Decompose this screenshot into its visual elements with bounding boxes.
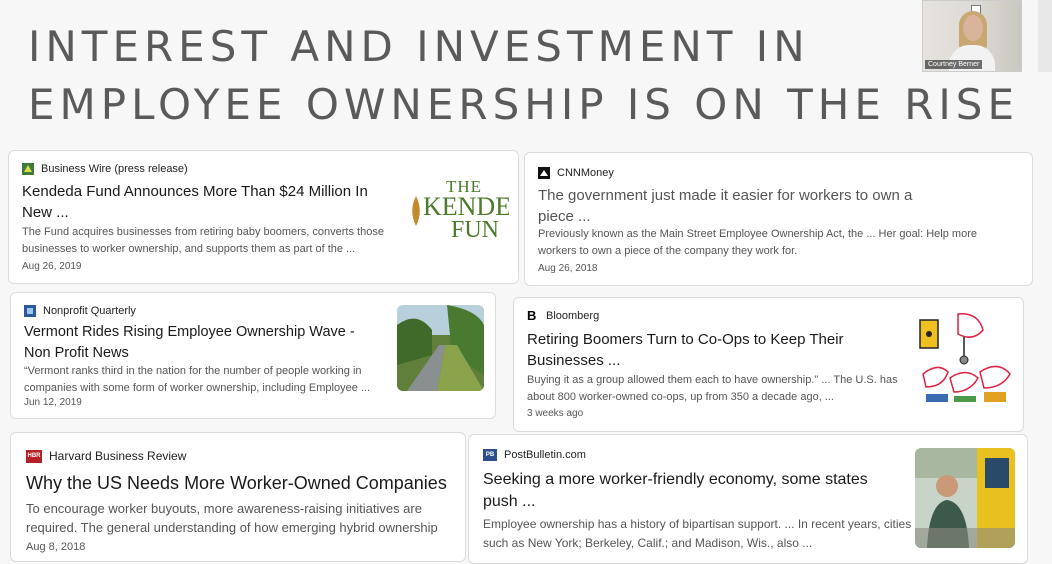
card-headline[interactable]: Vermont Rides Rising Employee Ownership … xyxy=(24,322,384,364)
bloomberg-favicon-icon: B xyxy=(527,308,537,323)
card-snippet: Buying it as a group allowed them each t… xyxy=(527,374,898,403)
source-name: Business Wire (press release) xyxy=(41,163,188,175)
kendeda-logo: THE KENDE FUN xyxy=(409,176,509,244)
hands-keys-illustration xyxy=(918,312,1013,404)
card-source: CNNMoney xyxy=(538,167,614,179)
nonprofit-quarterly-favicon-icon xyxy=(24,305,36,317)
slide-title: INTEREST AND INVESTMENT IN EMPLOYEE OWNE… xyxy=(28,18,1028,134)
card-headline[interactable]: Why the US Needs More Worker-Owned Compa… xyxy=(26,471,456,495)
card-source: HBR Harvard Business Review xyxy=(26,449,186,463)
business-wire-favicon-icon xyxy=(22,163,34,175)
news-card-vermont[interactable]: Nonprofit Quarterly Vermont Rides Rising… xyxy=(10,292,496,419)
card-headline[interactable]: Retiring Boomers Turn to Co-Ops to Keep … xyxy=(527,329,907,371)
participant-face xyxy=(963,15,983,41)
news-card-bloomberg[interactable]: B Bloomberg Retiring Boomers Turn to Co-… xyxy=(513,297,1024,432)
vermont-road-thumbnail xyxy=(397,305,484,391)
source-name: Harvard Business Review xyxy=(49,449,187,463)
card-date: Jun 12, 2019 xyxy=(24,397,82,408)
card-snippet: Employee ownership has a history of bipa… xyxy=(483,517,912,550)
source-name: PostBulletin.com xyxy=(504,449,586,461)
card-snippet: “Vermont ranks third in the nation for t… xyxy=(24,365,371,394)
card-snippet: Previously known as the Main Street Empl… xyxy=(538,228,977,257)
news-card-hbr[interactable]: HBR Harvard Business Review Why the US N… xyxy=(10,432,466,562)
card-snippet: To encourage worker buyouts, more awaren… xyxy=(26,501,438,535)
participant-video[interactable]: Courtney Berner xyxy=(922,0,1022,72)
source-name: Bloomberg xyxy=(546,310,600,322)
source-name: Nonprofit Quarterly xyxy=(43,305,136,317)
card-source: B Bloomberg xyxy=(527,308,600,323)
card-headline[interactable]: Kendeda Fund Announces More Than $24 Mil… xyxy=(22,181,382,223)
card-snippet: The Fund acquires businesses from retiri… xyxy=(22,226,384,255)
leaf-icon xyxy=(412,196,420,226)
news-card-cnnmoney[interactable]: CNNMoney The government just made it eas… xyxy=(524,152,1033,286)
postbulletin-favicon-icon: PB xyxy=(483,449,497,461)
news-card-kendeda[interactable]: Business Wire (press release) Kendeda Fu… xyxy=(8,150,519,284)
source-name: CNNMoney xyxy=(557,167,614,179)
video-strip-edge xyxy=(1038,0,1052,72)
card-date: Aug 26, 2018 xyxy=(538,263,598,274)
card-headline[interactable]: The government just made it easier for w… xyxy=(538,185,918,227)
news-card-postbulletin[interactable]: PB PostBulletin.com Seeking a more worke… xyxy=(468,434,1028,564)
hbr-favicon-icon: HBR xyxy=(26,449,42,463)
card-date: Aug 8, 2018 xyxy=(26,541,86,553)
card-source: Nonprofit Quarterly xyxy=(24,305,136,317)
worker-photo-thumbnail xyxy=(915,448,1015,548)
card-date: 3 weeks ago xyxy=(527,408,584,419)
logo-line-3: FUN xyxy=(451,217,500,243)
card-headline[interactable]: Seeking a more worker-friendly economy, … xyxy=(483,469,903,513)
card-source: Business Wire (press release) xyxy=(22,163,188,175)
slide-title-line-2: EMPLOYEE OWNERSHIP IS ON THE RISE xyxy=(28,80,1019,129)
card-source: PB PostBulletin.com xyxy=(483,449,586,461)
slide-title-line-1: INTEREST AND INVESTMENT IN xyxy=(28,22,810,71)
cnnmoney-favicon-icon xyxy=(538,167,550,179)
participant-name-tag: Courtney Berner xyxy=(925,60,983,69)
card-date: Aug 26, 2019 xyxy=(22,261,82,272)
